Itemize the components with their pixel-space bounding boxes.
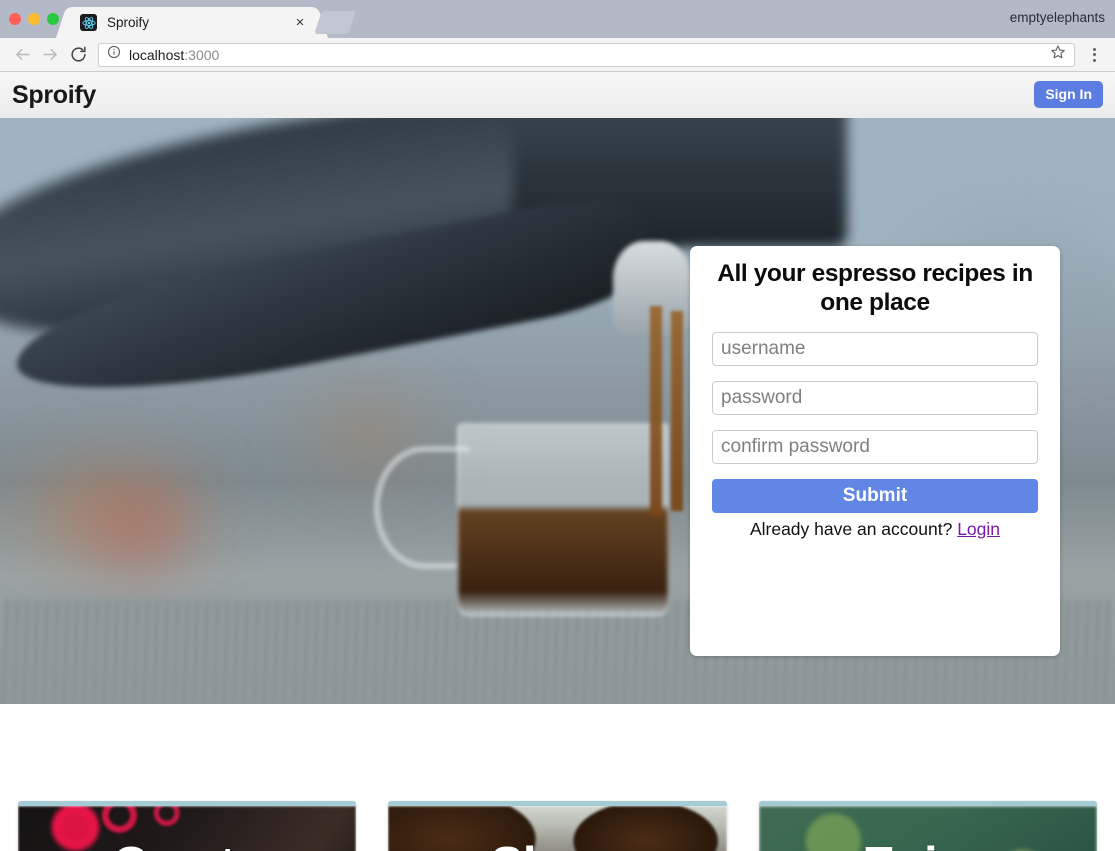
- confirm-password-input[interactable]: [712, 429, 1038, 464]
- login-link[interactable]: Login: [957, 519, 1000, 539]
- page-content: Sproify Sign In All your espresso recipe…: [0, 72, 1115, 851]
- submit-button[interactable]: Submit: [712, 478, 1038, 513]
- address-bar[interactable]: localhost:3000: [98, 42, 1075, 67]
- login-prompt-text: Already have an account?: [749, 518, 953, 539]
- app-header: Sproify Sign In: [0, 72, 1115, 118]
- close-icon[interactable]: ×: [292, 15, 308, 31]
- window-traffic-lights: [9, 13, 59, 25]
- react-logo-icon: [80, 14, 97, 31]
- browser-tab[interactable]: Sproify ×: [68, 7, 316, 38]
- reload-icon[interactable]: [64, 41, 92, 69]
- url-port: :3000: [184, 46, 220, 63]
- signup-heading: All your espresso recipes in one place: [717, 260, 1033, 316]
- star-icon[interactable]: [1050, 44, 1066, 65]
- feature-card-share[interactable]: Share: [388, 801, 727, 851]
- url-host: localhost: [129, 46, 185, 63]
- browser-tab-strip: Sproify × emptyelephants: [0, 0, 1115, 38]
- feature-card-create[interactable]: Create: [18, 801, 357, 851]
- login-prompt: Already have an account? Login: [712, 519, 1038, 540]
- new-tab-button[interactable]: [314, 11, 356, 34]
- app-brand-title[interactable]: Sproify: [12, 81, 96, 110]
- forward-arrow-icon[interactable]: [36, 41, 64, 69]
- feature-card-label: Create: [112, 837, 262, 851]
- hero-section: All your espresso recipes in one place S…: [0, 118, 1115, 704]
- three-dot-menu-icon[interactable]: [1081, 42, 1107, 68]
- browser-tab-title: Sproify: [107, 15, 150, 30]
- minimize-window-button[interactable]: [28, 13, 40, 25]
- password-input[interactable]: [712, 380, 1038, 415]
- browser-profile-name[interactable]: emptyelephants: [1010, 10, 1105, 25]
- username-input[interactable]: [712, 331, 1038, 366]
- feature-card-label: Share: [491, 837, 625, 851]
- signup-card: All your espresso recipes in one place S…: [690, 246, 1060, 656]
- maximize-window-button[interactable]: [47, 13, 59, 25]
- close-window-button[interactable]: [9, 13, 21, 25]
- feature-card-label: Enjoy: [862, 837, 993, 851]
- feature-card-enjoy[interactable]: Enjoy: [758, 801, 1097, 851]
- feature-card-row: Create Share Enjoy: [0, 777, 1115, 851]
- address-bar-url: localhost:3000: [129, 47, 219, 63]
- sign-in-button[interactable]: Sign In: [1034, 81, 1103, 108]
- info-circle-icon[interactable]: [107, 45, 121, 64]
- browser-toolbar: localhost:3000: [0, 38, 1115, 72]
- back-arrow-icon[interactable]: [8, 41, 36, 69]
